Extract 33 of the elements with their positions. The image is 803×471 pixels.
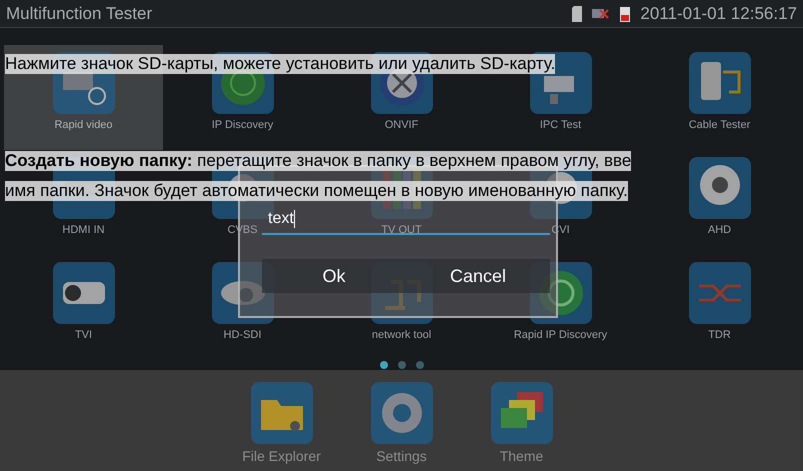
layers-icon — [490, 382, 552, 444]
annotation-text: Создать новую папку: перетащите значок в папку в верхнем правом углу, вве — [5, 151, 632, 171]
dock-item[interactable]: Theme — [482, 382, 562, 471]
camera-dome-icon[interactable] — [688, 157, 750, 219]
app-title: Multifunction Tester — [6, 2, 152, 25]
app-label: network tool — [372, 328, 432, 343]
app-label: Cable Tester — [688, 118, 750, 133]
app-label: TV OUT — [381, 223, 422, 238]
dock-label: Settings — [376, 447, 427, 466]
annotation-text: Нажмите значок SD-карты, можете установить или удалить SD-карту. — [5, 54, 556, 74]
app-label: Rapid video — [54, 118, 113, 133]
app-label: AHD — [708, 223, 732, 238]
network-disconnected-icon — [592, 6, 610, 20]
app-label: ONVIF — [384, 118, 418, 133]
app-label: TVI — [74, 328, 92, 343]
dock-label: Theme — [500, 447, 544, 466]
gear-icon — [370, 382, 432, 444]
app-label: TDR — [708, 328, 731, 343]
app-label: IPC Test — [540, 118, 582, 133]
folder-icon — [250, 382, 312, 444]
dock-item[interactable]: File Explorer — [242, 382, 322, 471]
sd-card-icon — [572, 6, 582, 22]
app-label: Rapid IP Discovery — [514, 328, 608, 343]
dock-item[interactable]: Settings — [362, 382, 442, 471]
dialog-button[interactable]: Ok — [262, 259, 406, 293]
app-label: HD-SDI — [224, 328, 262, 343]
battery-icon — [620, 6, 630, 22]
dock-label: File Explorer — [242, 447, 321, 466]
date-time: 2011-01-01 12:56:17 — [640, 2, 797, 25]
annotation-text: имя папки. Значок будет автоматически помещен в новую именованную папку. — [5, 181, 628, 201]
app-label: IP Discovery — [212, 118, 274, 133]
dialog-button[interactable]: Cancel — [406, 259, 550, 293]
app-label: HDMI IN — [62, 223, 105, 238]
